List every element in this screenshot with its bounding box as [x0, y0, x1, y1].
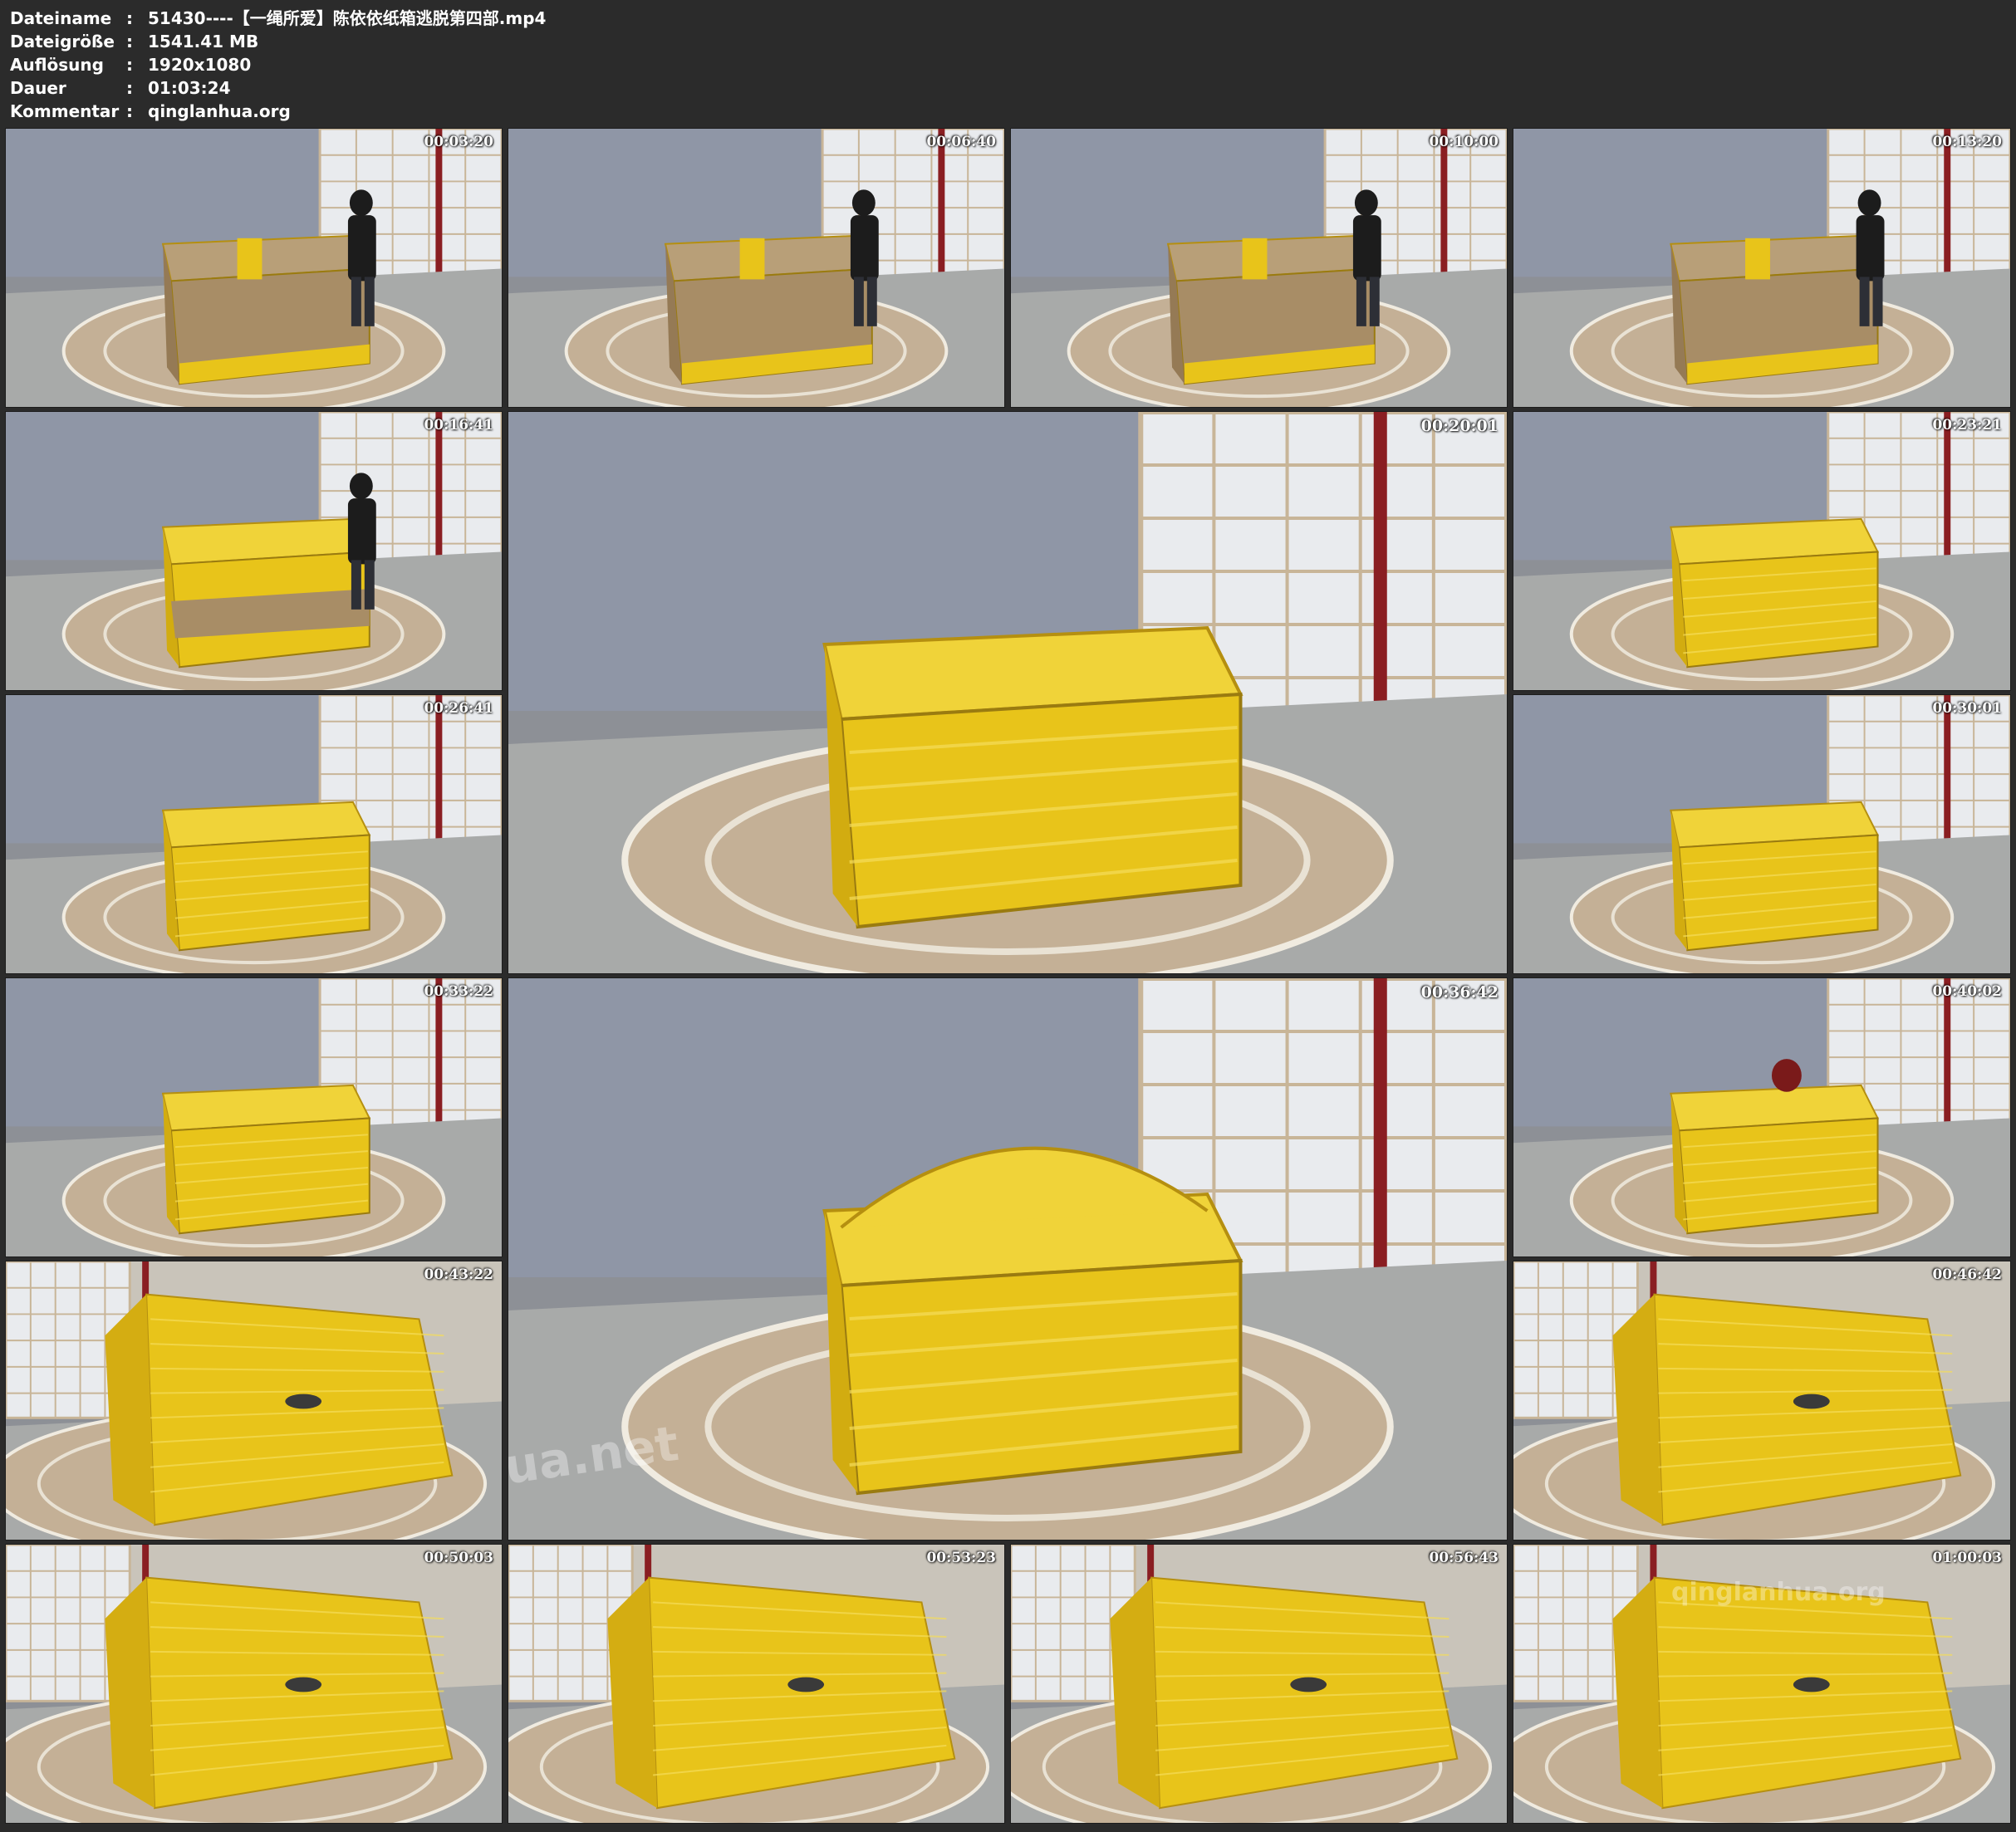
- thumbnail-frame[interactable]: 00:26:41: [5, 694, 503, 974]
- timestamp: 01:00:03: [1932, 1550, 2002, 1566]
- duration-separator: :: [126, 78, 133, 98]
- timestamp: 00:03:20: [424, 134, 493, 150]
- comment-value: qinglanhua.org: [148, 101, 291, 121]
- scene-illustration: [6, 129, 502, 407]
- timestamp: 00:06:40: [926, 134, 996, 150]
- timestamp: 00:16:41: [424, 417, 493, 434]
- filesize-separator: :: [126, 32, 133, 51]
- scene-illustration: [508, 1545, 1004, 1823]
- thumbnail-frame[interactable]: 01:00:03 qinglanhua.org: [1513, 1544, 2011, 1824]
- timestamp: 00:36:42: [1420, 983, 1499, 1002]
- thumbnail-frame[interactable]: 00:53:23: [508, 1544, 1005, 1824]
- thumbnail-frame-large[interactable]: 00:36:42 qinglanhua.net: [508, 977, 1508, 1541]
- timestamp: 00:20:01: [1420, 417, 1499, 435]
- thumbnail-frame[interactable]: 00:16:41: [5, 411, 503, 691]
- scene-illustration: [1513, 412, 2010, 690]
- scene-illustration: [1513, 129, 2010, 407]
- thumbnail-frame[interactable]: 00:56:43: [1010, 1544, 1508, 1824]
- scene-illustration: [1513, 695, 2010, 973]
- resolution-value: 1920x1080: [148, 55, 252, 75]
- timestamp: 00:53:23: [926, 1550, 996, 1566]
- timestamp: 00:13:20: [1932, 134, 2002, 150]
- timestamp: 00:26:41: [424, 700, 493, 717]
- filename-value: 51430----【一绳所爱】陈依依纸箱逃脱第四部.mp4: [148, 8, 547, 28]
- scene-illustration: [1513, 1261, 2010, 1540]
- resolution-label: Auflösung: [10, 55, 104, 75]
- thumbnail-frame[interactable]: 00:06:40: [508, 128, 1005, 408]
- thumbnail-frame[interactable]: 00:46:42: [1513, 1261, 2011, 1541]
- timestamp: 00:10:00: [1429, 134, 1499, 150]
- thumbnail-frame-large[interactable]: 00:20:01: [508, 411, 1508, 974]
- comment-label: Kommentar: [10, 101, 120, 121]
- thumbnail-frame[interactable]: 00:03:20: [5, 128, 503, 408]
- timestamp: 00:43:22: [424, 1266, 493, 1283]
- thumbnail-frame[interactable]: 00:40:02: [1513, 977, 2011, 1257]
- duration-label: Dauer: [10, 78, 66, 98]
- scene-illustration: [1513, 978, 2010, 1256]
- info-header: Dateiname : 51430----【一绳所爱】陈依依纸箱逃脱第四部.mp…: [0, 0, 2016, 125]
- scene-illustration: [6, 1545, 502, 1823]
- scene-illustration: [6, 412, 502, 690]
- filename-label: Dateiname: [10, 8, 112, 28]
- timestamp: 00:40:02: [1932, 983, 2002, 1000]
- timestamp: 00:23:21: [1932, 417, 2002, 434]
- thumbnail-frame[interactable]: 00:23:21: [1513, 411, 2011, 691]
- filesize-label: Dateigröße: [10, 32, 115, 51]
- timestamp: 00:46:42: [1932, 1266, 2002, 1283]
- thumbnail-frame[interactable]: 00:10:00: [1010, 128, 1508, 408]
- timestamp: 00:33:22: [424, 983, 493, 1000]
- thumbnail-frame[interactable]: 00:30:01: [1513, 694, 2011, 974]
- thumbnail-frame[interactable]: 00:13:20: [1513, 128, 2011, 408]
- scene-illustration: [508, 412, 1507, 973]
- timestamp: 00:50:03: [424, 1550, 493, 1566]
- filename-separator: :: [126, 8, 133, 28]
- filesize-value: 1541.41 MB: [148, 32, 259, 51]
- thumbnail-frame[interactable]: 00:33:22: [5, 977, 503, 1257]
- thumbnail-frame[interactable]: 00:50:03: [5, 1544, 503, 1824]
- watermark-corner: qinglanhua.org: [1671, 1578, 1886, 1607]
- thumbnail-grid: 00:03:20 00:06:40 00:10:00 00:13:20 00:1…: [0, 125, 2016, 1832]
- scene-illustration: [1011, 1545, 1507, 1823]
- scene-illustration: [6, 978, 502, 1256]
- scene-illustration: [6, 695, 502, 973]
- timestamp: 00:30:01: [1932, 700, 2002, 717]
- duration-value: 01:03:24: [148, 78, 231, 98]
- timestamp: 00:56:43: [1429, 1550, 1499, 1566]
- thumbnail-frame[interactable]: 00:43:22: [5, 1261, 503, 1541]
- comment-separator: :: [126, 101, 133, 121]
- scene-illustration: [508, 129, 1004, 407]
- resolution-separator: :: [126, 55, 133, 75]
- scene-illustration: [6, 1261, 502, 1540]
- scene-illustration: [1011, 129, 1507, 407]
